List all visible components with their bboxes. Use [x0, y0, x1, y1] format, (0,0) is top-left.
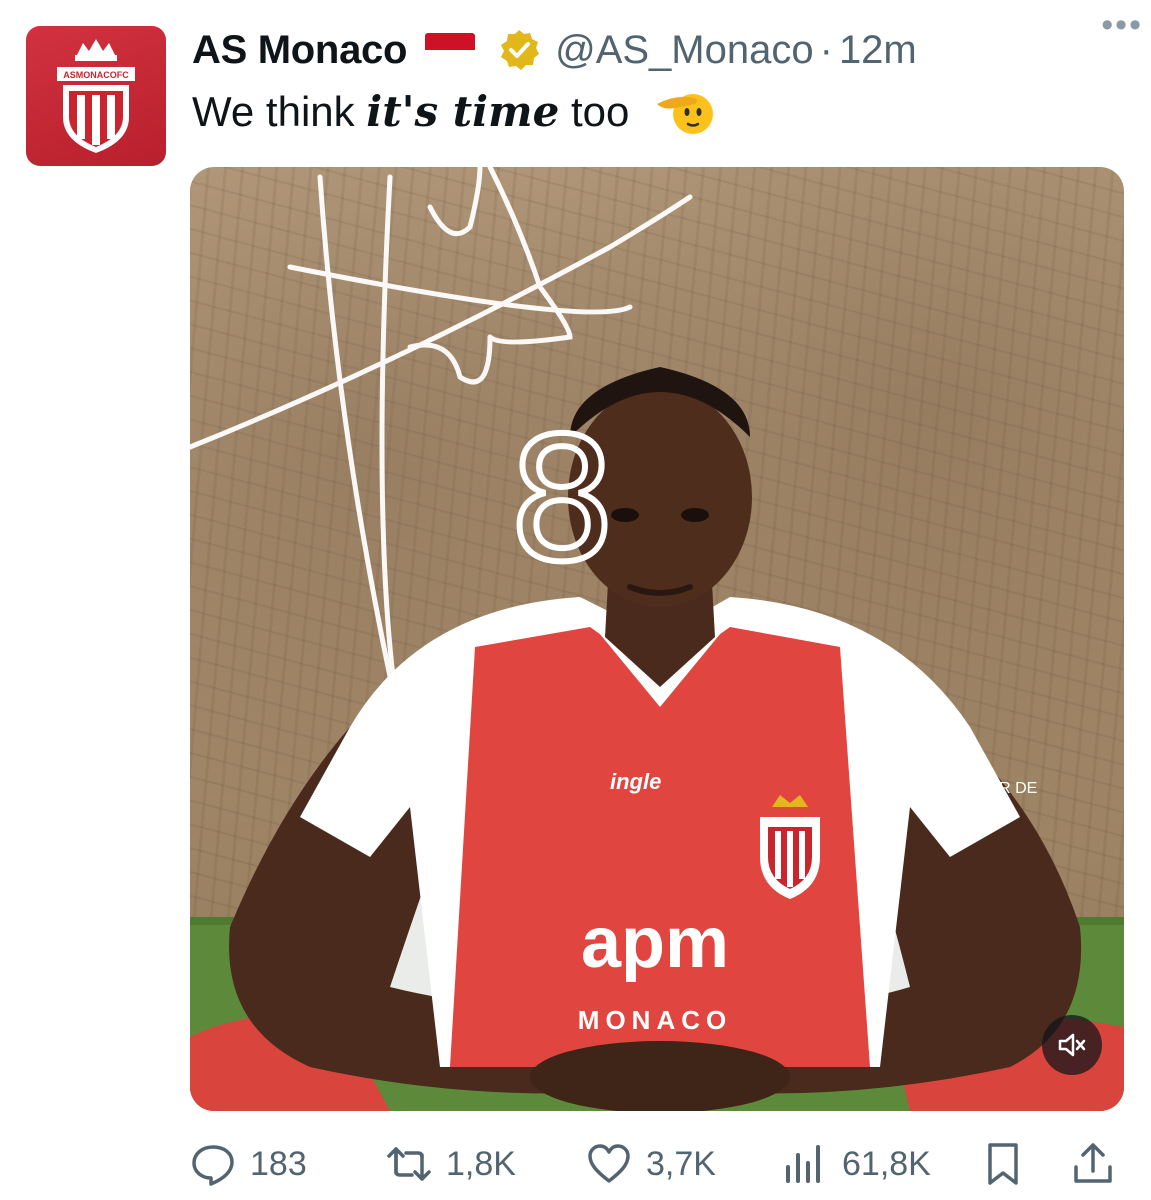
tweet-actions-bar: 183 1,8K 3,7K 61,8K [190, 1136, 1120, 1192]
signature-number: 8 [508, 402, 616, 600]
repost-count: 1,8K [446, 1144, 516, 1183]
monaco-flag-icon [425, 33, 476, 67]
mute-toggle-button[interactable] [1042, 1015, 1102, 1075]
repost-button[interactable]: 1,8K [386, 1136, 516, 1192]
like-button[interactable]: 3,7K [586, 1136, 716, 1192]
reply-count: 183 [250, 1144, 307, 1183]
as-monaco-crest-icon: ASMONACOFC [57, 39, 135, 153]
tweet-text: We think it's time too [192, 84, 715, 140]
views-chart-icon [786, 1145, 820, 1183]
muted-speaker-icon [1058, 1033, 1086, 1057]
author-name[interactable]: AS Monaco [192, 28, 407, 73]
tweet-video[interactable]: apm MONACO ingle CŒUR DE 8 [190, 167, 1124, 1111]
jersey-sponsor: apm [581, 903, 729, 983]
share-icon [1074, 1143, 1112, 1183]
bookmark-button[interactable] [980, 1136, 1026, 1192]
views-button[interactable]: 61,8K [782, 1136, 931, 1192]
author-handle[interactable]: @AS_Monaco [555, 28, 814, 73]
views-count: 61,8K [842, 1144, 931, 1183]
repost-icon [387, 1147, 431, 1181]
share-button[interactable] [1070, 1136, 1116, 1192]
bookmark-icon [988, 1143, 1018, 1185]
tweet-timestamp[interactable]: 12m [839, 28, 917, 73]
separator-dot: · [819, 27, 833, 72]
reply-icon [192, 1145, 234, 1186]
heart-icon [588, 1144, 630, 1183]
tweet-text-emphasis: it's time [366, 87, 560, 136]
saluting-face-icon [655, 88, 715, 136]
avatar-text: ASMONACOFC [63, 70, 129, 80]
sleeve-text: CŒUR DE [960, 780, 1037, 797]
reply-button[interactable]: 183 [190, 1136, 307, 1192]
tweet-header: AS Monaco @AS_Monaco · 12m [192, 22, 1131, 78]
more-options-icon[interactable]: ••• [1101, 8, 1143, 42]
tweet-text-prefix: We think [192, 88, 367, 135]
like-count: 3,7K [646, 1144, 716, 1183]
tweet-text-suffix: too [559, 88, 630, 135]
jersey-chest-text: ingle [610, 769, 661, 794]
jersey-sponsor-sub: MONACO [578, 1005, 732, 1035]
author-avatar[interactable]: ASMONACOFC [26, 26, 166, 166]
verified-badge-icon[interactable] [497, 28, 541, 72]
video-frame: apm MONACO ingle CŒUR DE 8 [190, 167, 1124, 1111]
